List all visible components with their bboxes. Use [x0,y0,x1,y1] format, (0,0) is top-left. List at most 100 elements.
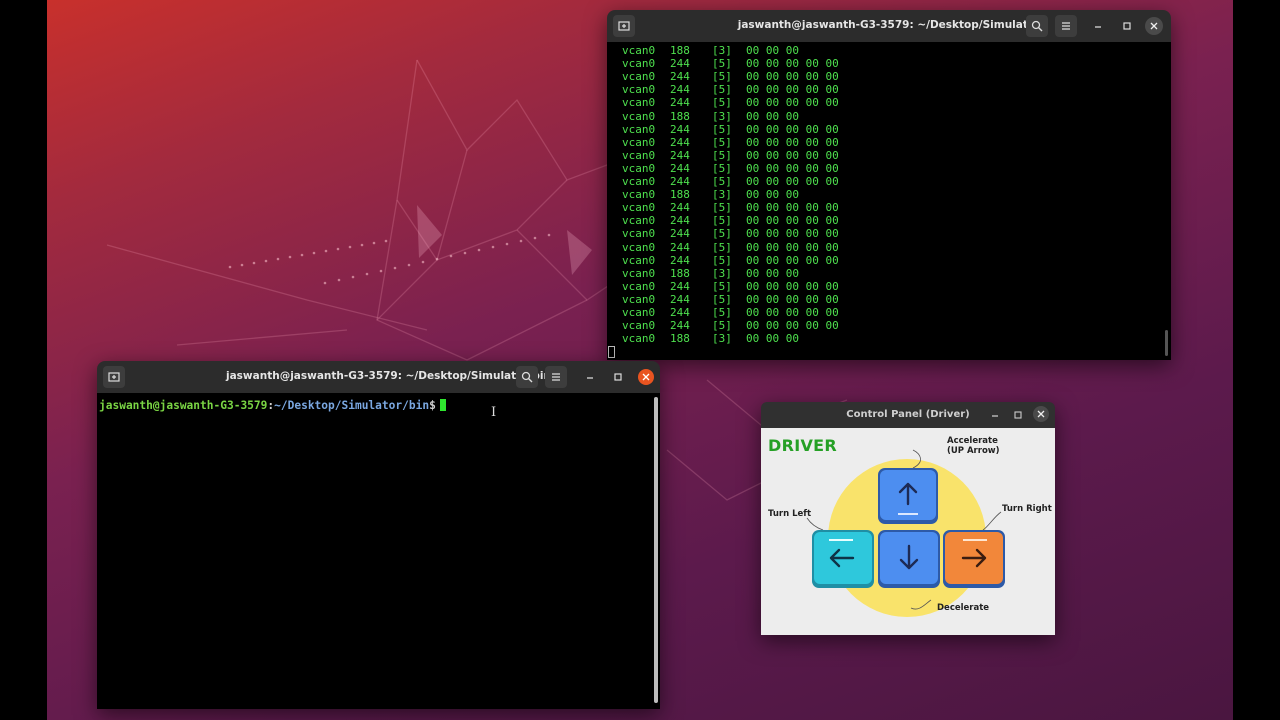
candump-data: 00 00 00 00 00 [746,96,839,110]
candump-id: 244 [670,57,690,71]
candump-id: 244 [670,122,690,136]
close-icon[interactable] [1033,406,1049,422]
candump-data: 00 00 00 00 00 [746,148,839,162]
prompt-dollar: $ [429,399,436,412]
minimize-icon[interactable] [579,366,601,388]
hamburger-icon[interactable] [545,366,567,388]
candump-dlc: [5] [712,122,732,136]
candump-output[interactable]: vcan0 188 [3] 00 00 00 vcan0 244 [5] 00 00 00 0… [607,42,1171,360]
candump-iface: vcan0 [622,148,656,162]
search-icon[interactable] [1026,15,1048,37]
candump-data: 00 00 00 [746,44,799,57]
candump-id: 188 [670,44,690,57]
bottom-terminal-window[interactable]: jaswanth@jaswanth-G3-3579: ~/Desktop/Sim… [97,361,660,709]
terminal-area[interactable]: jaswanth@jaswanth-G3-3579:~/Desktop/Simu… [97,393,660,709]
candump-dlc: [5] [712,83,732,97]
candump-data: 00 00 00 00 00 [746,292,839,306]
prompt-path: ~/Desktop/Simulator/bin [274,399,430,412]
candump-iface: vcan0 [622,306,656,319]
candump-data: 00 00 00 00 00 [746,70,839,84]
candump-data: 00 00 00 00 00 [746,122,839,136]
candump-id: 244 [670,148,690,162]
candump-data: 00 00 00 [746,188,799,202]
candump-dlc: [3] [712,44,732,57]
candump-iface: vcan0 [622,332,656,346]
candump-id: 244 [670,175,690,188]
maximize-icon[interactable] [607,366,629,388]
candump-iface: vcan0 [622,44,656,57]
candump-iface: vcan0 [622,214,656,228]
candump-dlc: [3] [712,266,732,280]
maximize-icon[interactable] [1007,404,1029,426]
decelerate-label: Decelerate [937,603,990,613]
candump-dlc: [5] [712,306,732,319]
control-panel-titlebar[interactable]: Control Panel (Driver) [761,402,1055,428]
candump-iface: vcan0 [622,57,656,71]
candump-iface: vcan0 [622,122,656,136]
candump-dlc: [5] [712,201,732,215]
candump-id: 188 [670,266,690,280]
bottom-terminal-titlebar[interactable]: jaswanth@jaswanth-G3-3579: ~/Desktop/Sim… [97,361,660,393]
candump-iface: vcan0 [622,253,656,267]
text-cursor-icon: I [491,405,497,420]
candump-data: 00 00 00 [746,332,799,346]
candump-id: 188 [670,109,690,123]
candump-id: 188 [670,332,690,346]
candump-dlc: [5] [712,148,732,162]
new-tab-icon[interactable] [613,15,635,37]
candump-iface: vcan0 [622,240,656,254]
candump-iface: vcan0 [622,279,656,293]
candump-dlc: [5] [712,135,732,149]
candump-dlc: [5] [712,96,732,110]
candump-id: 244 [670,70,690,84]
candump-id: 244 [670,319,690,333]
candump-data: 00 00 00 00 00 [746,57,839,71]
maximize-icon[interactable] [1116,15,1138,37]
candump-data: 00 00 00 [746,266,799,280]
candump-data: 00 00 00 00 00 [746,319,839,333]
candump-dlc: [5] [712,227,732,241]
close-icon[interactable] [1145,17,1163,35]
control-panel-window[interactable]: Control Panel (Driver) DRIVER Accelerate… [761,402,1055,635]
candump-dlc: [5] [712,57,732,71]
turn-left-label: Turn Left [768,509,812,519]
new-tab-icon[interactable] [103,366,125,388]
candump-id: 244 [670,306,690,319]
candump-iface: vcan0 [622,201,656,215]
candump-iface: vcan0 [622,135,656,149]
accelerate-label-line2: (UP Arrow) [947,446,1000,456]
candump-dlc: [3] [712,188,732,202]
candump-dlc: [5] [712,70,732,84]
top-terminal-window[interactable]: jaswanth@jaswanth-G3-3579: ~/Desktop/Sim… [607,10,1171,360]
candump-dlc: [5] [712,292,732,306]
candump-id: 244 [670,96,690,110]
hamburger-icon[interactable] [1055,15,1077,37]
candump-data: 00 00 00 00 00 [746,227,839,241]
candump-data: 00 00 00 00 00 [746,135,839,149]
candump-data: 00 00 00 00 00 [746,201,839,215]
candump-dlc: [5] [712,319,732,333]
candump-data: 00 00 00 00 00 [746,214,839,228]
candump-id: 244 [670,201,690,215]
candump-dlc: [5] [712,240,732,254]
scrollbar-thumb[interactable] [654,397,658,703]
right-arrow-key [943,530,1005,588]
candump-data: 00 00 00 00 00 [746,83,839,97]
minimize-icon[interactable] [1087,15,1109,37]
candump-id: 244 [670,279,690,293]
candump-data: 00 00 00 00 00 [746,240,839,254]
top-terminal-titlebar[interactable]: jaswanth@jaswanth-G3-3579: ~/Desktop/Sim… [607,10,1171,42]
candump-id: 244 [670,83,690,97]
candump-id: 244 [670,253,690,267]
accelerate-label-line1: Accelerate [947,436,998,446]
search-icon[interactable] [516,366,538,388]
minimize-icon[interactable] [984,404,1006,426]
candump-id: 188 [670,188,690,202]
close-icon[interactable] [638,369,654,385]
candump-data: 00 00 00 00 00 [746,161,839,175]
candump-data: 00 00 00 00 00 [746,279,839,293]
candump-dlc: [5] [712,279,732,293]
candump-data: 00 00 00 00 00 [746,253,839,267]
candump-data: 00 00 00 00 00 [746,175,839,188]
scrollbar-thumb[interactable] [1165,330,1168,356]
